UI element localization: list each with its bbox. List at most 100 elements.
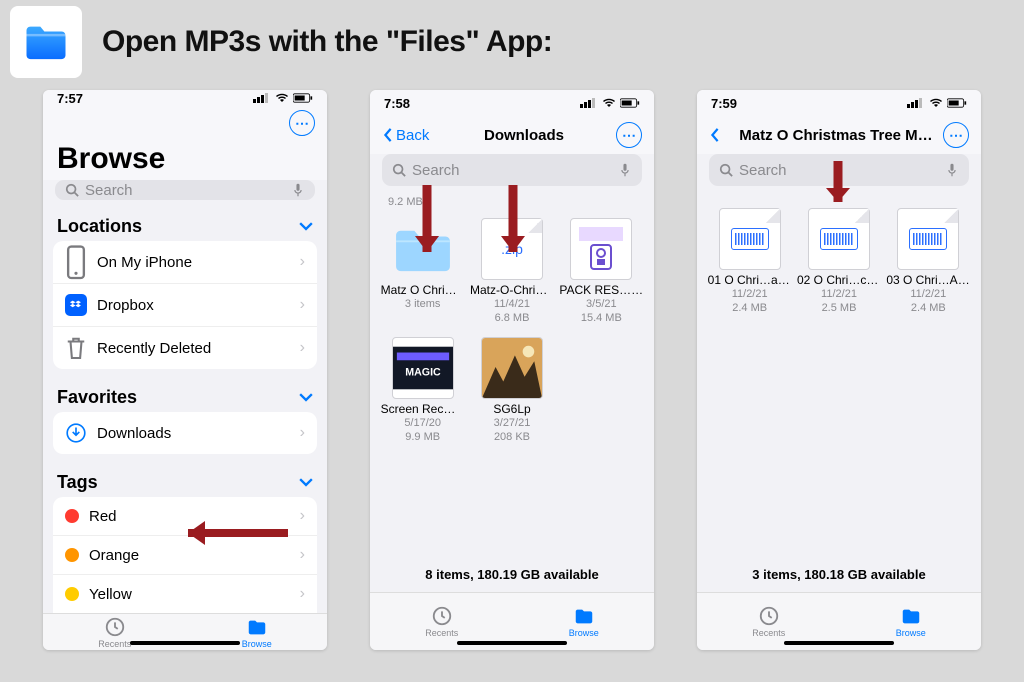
tab-browse[interactable]: Browse <box>569 605 599 638</box>
search-placeholder: Search <box>85 182 133 199</box>
phone-browse: 7:57 ⋯ Browse Search Locations On My iPh… <box>43 90 327 650</box>
dropbox-icon <box>65 294 87 316</box>
status-bar: 7:57 <box>43 90 327 106</box>
mic-icon[interactable] <box>618 163 632 177</box>
clock-icon <box>758 605 780 627</box>
search-input[interactable]: Search <box>382 154 642 186</box>
location-on-my-iphone[interactable]: On My iPhone › <box>53 241 317 284</box>
status-icons <box>253 93 313 103</box>
audio-icon <box>897 208 959 270</box>
section-favorites[interactable]: Favorites <box>43 379 327 412</box>
more-button[interactable]: ⋯ <box>289 110 315 136</box>
home-indicator[interactable] <box>784 641 894 645</box>
status-time: 7:58 <box>384 96 410 111</box>
section-tags[interactable]: Tags <box>43 464 327 497</box>
file-zip[interactable]: .zip Matz-O-Chri…s.zip 11/4/21 6.8 MB <box>469 218 554 325</box>
file-audio[interactable]: 03 O Chri…ANO 11/2/21 2.4 MB <box>886 208 971 315</box>
tag-dot-icon <box>65 509 79 523</box>
mic-icon[interactable] <box>945 163 959 177</box>
folder-icon <box>900 605 922 627</box>
download-icon <box>65 422 87 444</box>
page-title: Open MP3s with the "Files" App: <box>102 25 552 59</box>
chevron-right-icon: › <box>300 424 305 442</box>
chevron-down-icon <box>299 478 313 487</box>
search-placeholder: Search <box>412 162 460 179</box>
location-dropbox[interactable]: Dropbox › <box>53 284 317 327</box>
search-placeholder: Search <box>739 162 787 179</box>
more-button[interactable]: ⋯ <box>616 122 642 148</box>
folder-icon <box>392 218 454 280</box>
tag-red[interactable]: Red › <box>53 497 317 536</box>
image-thumb <box>481 337 543 399</box>
tab-recents[interactable]: Recents <box>98 616 131 649</box>
chevron-right-icon: › <box>300 585 305 603</box>
status-time: 7:57 <box>57 91 83 106</box>
clock-icon <box>104 616 126 638</box>
folder-icon <box>573 605 595 627</box>
back-button[interactable]: Back <box>382 127 432 144</box>
tab-bar: Recents Browse <box>43 613 327 650</box>
tab-browse[interactable]: Browse <box>242 616 272 649</box>
back-button[interactable] <box>709 128 729 142</box>
nav-title: Downloads <box>432 127 616 144</box>
trash-icon <box>65 337 87 359</box>
svg-text:MAGIC: MAGIC <box>405 367 441 379</box>
tab-recents[interactable]: Recents <box>425 605 458 638</box>
search-input[interactable]: Search <box>709 154 969 186</box>
storage-summary: 3 items, 180.18 GB available <box>697 559 981 592</box>
home-indicator[interactable] <box>457 641 567 645</box>
file-folder[interactable]: Matz O Chri…3s 3 3 items <box>380 218 465 325</box>
tag-yellow[interactable]: Yellow › <box>53 575 317 613</box>
chevron-down-icon <box>299 393 313 402</box>
status-time: 7:59 <box>711 96 737 111</box>
chevron-right-icon: › <box>300 253 305 271</box>
search-icon <box>392 163 406 177</box>
more-button[interactable]: ⋯ <box>943 122 969 148</box>
chevron-left-icon <box>382 128 394 142</box>
image-thumb <box>570 218 632 280</box>
clock-icon <box>431 605 453 627</box>
file-audio[interactable]: 01 O Chri…ance 11/2/21 2.4 MB <box>707 208 792 315</box>
video-thumb: MAGIC <box>392 337 454 399</box>
status-bar: 7:59 <box>697 90 981 116</box>
status-bar: 7:58 <box>370 90 654 116</box>
file-image[interactable]: SG6Lp 3/27/21 208 KB <box>469 337 554 444</box>
tag-dot-icon <box>65 587 79 601</box>
search-input[interactable]: Search <box>55 180 315 200</box>
browse-title: Browse <box>43 140 327 180</box>
chevron-right-icon: › <box>300 296 305 314</box>
file-video[interactable]: MAGIC Screen Rec…AM 5/17/20 9.9 MB <box>380 337 465 444</box>
status-icons <box>580 98 640 108</box>
search-icon <box>719 163 733 177</box>
mic-icon[interactable] <box>291 183 305 197</box>
chevron-right-icon: › <box>300 507 305 525</box>
tag-dot-icon <box>65 548 79 562</box>
chevron-right-icon: › <box>300 339 305 357</box>
tab-browse[interactable]: Browse <box>896 605 926 638</box>
search-icon <box>65 183 79 197</box>
zip-icon: .zip <box>481 218 543 280</box>
file-audio[interactable]: 02 O Chri…ctice 11/2/21 2.5 MB <box>796 208 881 315</box>
chevron-down-icon <box>299 222 313 231</box>
audio-icon <box>808 208 870 270</box>
phone-downloads: 7:58 Back Downloads ⋯ Search 9.2 MB <box>370 90 654 650</box>
nav-title: Matz O Christmas Tree M… <box>729 127 943 144</box>
files-app-icon <box>10 6 82 78</box>
storage-summary: 8 items, 180.19 GB available <box>370 559 654 592</box>
audio-icon <box>719 208 781 270</box>
partial-size: 9.2 MB <box>370 194 654 214</box>
home-indicator[interactable] <box>130 641 240 645</box>
tag-orange[interactable]: Orange › <box>53 536 317 575</box>
iphone-icon <box>65 251 87 273</box>
phone-folder-contents: 7:59 Matz O Christmas Tree M… ⋯ Search 0… <box>697 90 981 650</box>
section-locations[interactable]: Locations <box>43 208 327 241</box>
file-image[interactable]: PACK RES…GES 3/5/21 15.4 MB <box>559 218 644 325</box>
tab-bar: Recents Browse <box>697 592 981 650</box>
folder-icon <box>246 616 268 638</box>
favorite-downloads[interactable]: Downloads › <box>53 412 317 454</box>
chevron-right-icon: › <box>300 546 305 564</box>
chevron-left-icon <box>709 128 721 142</box>
tab-recents[interactable]: Recents <box>752 605 785 638</box>
tab-bar: Recents Browse <box>370 592 654 650</box>
location-recently-deleted[interactable]: Recently Deleted › <box>53 327 317 369</box>
